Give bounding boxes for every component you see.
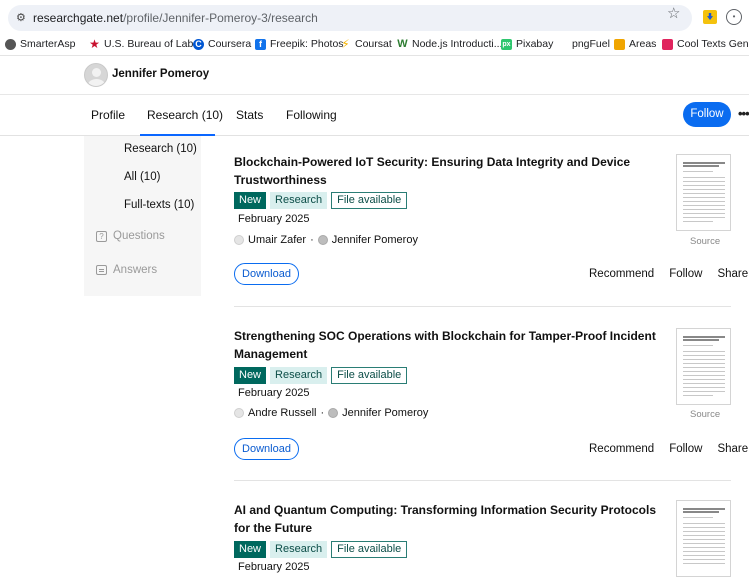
subnav-fulltexts[interactable]: Full-texts (10) <box>124 199 194 211</box>
coursat-icon: ⚡ <box>341 36 350 51</box>
research-subnav: Research (10) All (10) Full-texts (10) ?… <box>84 136 201 296</box>
globe-icon <box>5 38 16 50</box>
recommend-button[interactable]: Recommend <box>589 443 654 455</box>
recommend-button[interactable]: Recommend <box>589 268 654 280</box>
bookmarks-bar: SmarterAsp ★ U.S. Bureau of Lab... C Cours… <box>0 36 749 56</box>
subnav-answers[interactable]: Answers <box>96 264 157 276</box>
bookmark-pixabay[interactable]: px Pixabay <box>501 38 553 50</box>
bookmark-coursat[interactable]: ⚡ Coursat <box>340 36 391 51</box>
avatar[interactable] <box>84 63 108 87</box>
tab-profile[interactable]: Profile <box>91 108 125 122</box>
subnav-all[interactable]: All (10) <box>124 171 160 183</box>
publication-date: February 2025 <box>238 387 310 399</box>
site-settings-icon[interactable]: ⚙ <box>16 11 26 24</box>
node-icon: W <box>397 37 408 50</box>
publication-thumbnail[interactable] <box>676 328 731 405</box>
subnav-research[interactable]: Research (10) <box>124 143 197 155</box>
publication-title[interactable]: Blockchain-Powered IoT Security: Ensurin… <box>234 154 664 189</box>
bookmark-freepik[interactable]: f Freepik: Photos <box>255 38 344 50</box>
publication-title[interactable]: Strengthening SOC Operations with Blockc… <box>234 328 664 363</box>
author-avatar <box>328 408 339 418</box>
publication-badges: New Research File available <box>234 192 408 209</box>
publication-thumbnail[interactable] <box>676 500 731 577</box>
publication-authors: Andre Russell · Jennifer Pomeroy <box>234 407 428 419</box>
bookmark-cooltext[interactable]: Cool Texts Genera <box>662 38 749 50</box>
download-extension-icon[interactable] <box>703 10 717 24</box>
publication-title[interactable]: AI and Quantum Computing: Transforming I… <box>234 502 664 537</box>
tab-following[interactable]: Following <box>286 108 337 122</box>
pixabay-icon: px <box>501 38 512 50</box>
url-text[interactable]: researchgate.net/profile/Jennifer-Pomero… <box>33 11 318 25</box>
profile-header: Jennifer Pomeroy <box>0 57 749 95</box>
divider <box>234 306 731 307</box>
publication-date: February 2025 <box>238 213 310 225</box>
bookmark-pngfuel[interactable]: pngFuel <box>572 38 610 50</box>
subnav-questions[interactable]: ? Questions <box>96 230 165 242</box>
publication-thumbnail[interactable] <box>676 154 731 231</box>
author-link[interactable]: Jennifer Pomeroy <box>342 407 428 419</box>
publication-date: February 2025 <box>238 561 310 573</box>
source-label: Source <box>690 236 721 247</box>
download-button[interactable]: Download <box>234 263 299 285</box>
author-avatar <box>234 408 244 418</box>
url-field[interactable]: ⚙ researchgate.net/profile/Jennifer-Pome… <box>8 5 692 31</box>
cooltext-icon <box>662 38 673 50</box>
tab-stats[interactable]: Stats <box>236 108 263 122</box>
publication-badges: New Research File available <box>234 367 408 384</box>
publication-actions: Recommend Follow Share <box>589 268 748 280</box>
author-link[interactable]: Umair Zafer <box>248 234 306 246</box>
freepik-icon: f <box>255 38 266 50</box>
author-link[interactable]: Jennifer Pomeroy <box>332 234 418 246</box>
divider <box>234 480 731 481</box>
file-badge: File available <box>331 367 408 384</box>
tab-research[interactable]: Research (10) <box>147 108 223 122</box>
type-badge: Research <box>270 192 328 209</box>
extension-icon[interactable]: • <box>726 9 742 25</box>
new-badge: New <box>234 541 267 558</box>
bookmark-areas[interactable]: Areas <box>614 38 656 50</box>
new-badge: New <box>234 367 267 384</box>
bookmark-bls[interactable]: ★ U.S. Bureau of Lab... <box>89 36 202 51</box>
author-avatar <box>317 235 328 245</box>
follow-publication-button[interactable]: Follow <box>669 443 702 455</box>
follow-publication-button[interactable]: Follow <box>669 268 702 280</box>
bookmark-node[interactable]: W Node.js Introducti... <box>397 38 502 50</box>
areas-icon <box>614 38 625 50</box>
author-avatar <box>234 235 244 245</box>
question-icon: ? <box>96 230 107 242</box>
download-button[interactable]: Download <box>234 438 299 460</box>
new-badge: New <box>234 192 267 209</box>
publication-actions: Recommend Follow Share <box>589 443 748 455</box>
publication-card: Blockchain-Powered IoT Security: Ensurin… <box>234 154 748 294</box>
star-flag-icon: ★ <box>89 36 100 51</box>
source-label: Source <box>690 409 721 420</box>
publication-card: AI and Quantum Computing: Transforming I… <box>234 500 731 582</box>
bookmark-star-icon[interactable]: ☆ <box>667 4 680 22</box>
publication-card: Strengthening SOC Operations with Blockc… <box>234 328 748 468</box>
author-link[interactable]: Andre Russell <box>248 407 316 419</box>
more-options-icon[interactable]: ••• <box>738 106 749 121</box>
publication-authors: Umair Zafer · Jennifer Pomeroy <box>234 234 418 246</box>
file-badge: File available <box>331 541 408 558</box>
file-badge: File available <box>331 192 408 209</box>
type-badge: Research <box>270 541 328 558</box>
browser-address-bar: ⚙ researchgate.net/profile/Jennifer-Pome… <box>0 0 749 36</box>
bookmark-smarterasp[interactable]: SmarterAsp <box>5 38 75 50</box>
share-button[interactable]: Share <box>717 443 748 455</box>
answer-icon <box>96 265 107 275</box>
type-badge: Research <box>270 367 328 384</box>
publication-badges: New Research File available <box>234 541 408 558</box>
follow-button[interactable]: Follow <box>683 102 731 127</box>
share-button[interactable]: Share <box>717 268 748 280</box>
coursera-icon: C <box>193 38 204 50</box>
profile-tabs: Profile Research (10) Stats Following <box>0 95 749 136</box>
profile-name[interactable]: Jennifer Pomeroy <box>112 68 209 80</box>
bookmark-coursera[interactable]: C Coursera <box>193 38 251 50</box>
